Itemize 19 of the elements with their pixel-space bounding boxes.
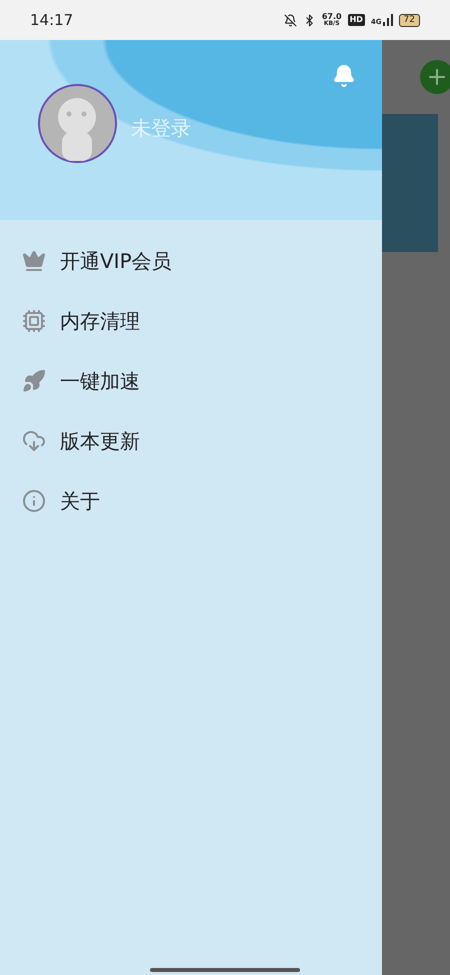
notification-icon[interactable]: [332, 64, 356, 88]
net-speed: 67.0: [322, 13, 342, 21]
menu-item[interactable]: 开通VIP会员: [0, 231, 382, 291]
hd-badge: HD: [348, 14, 365, 26]
chip-icon: [22, 309, 46, 333]
add-button[interactable]: [420, 60, 450, 94]
menu-item[interactable]: 关于: [0, 471, 382, 531]
signal-icon: [382, 14, 393, 26]
avatar[interactable]: [38, 84, 117, 163]
menu-item[interactable]: 一键加速: [0, 351, 382, 411]
menu-item[interactable]: 版本更新: [0, 411, 382, 471]
mute-icon: [284, 14, 297, 26]
clock: 14:17: [30, 10, 74, 31]
battery: 72: [398, 14, 420, 26]
menu-item[interactable]: 内存清理: [0, 291, 382, 351]
rocket-icon: [22, 369, 46, 393]
info-icon: [22, 489, 46, 513]
cloud-download-icon: [22, 429, 46, 453]
crown-icon: [22, 249, 46, 273]
